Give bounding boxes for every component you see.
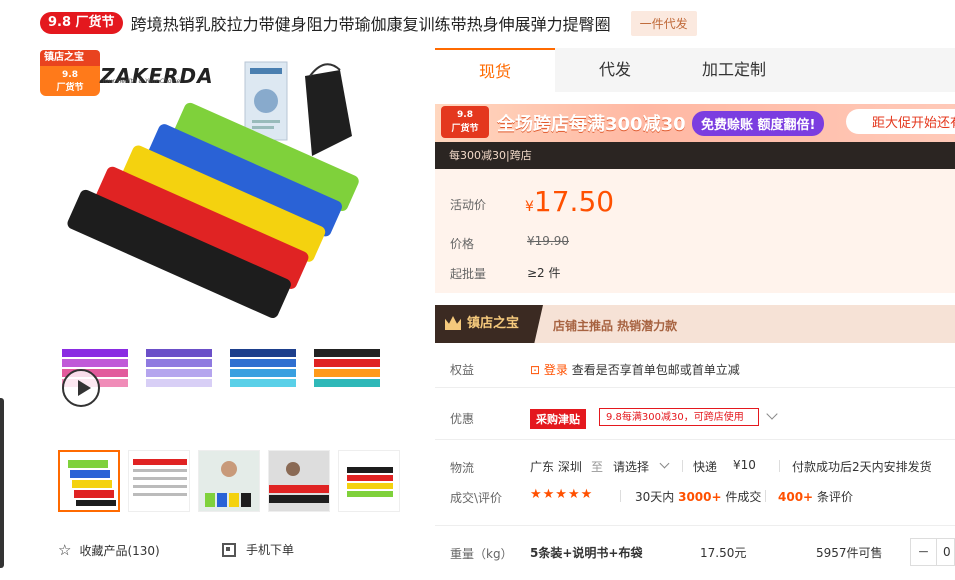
mobile-order-button[interactable]: 手机下单: [222, 541, 294, 558]
destination-select[interactable]: 请选择: [613, 458, 649, 475]
treasure-title: 镇店之宝: [435, 305, 543, 343]
treasure-desc: 店铺主推品 热销潜力款: [553, 319, 678, 333]
thumbnail-2[interactable]: [128, 450, 190, 512]
shipping-fee: ¥10: [733, 458, 756, 472]
chevron-down-icon[interactable]: [659, 458, 670, 469]
promo-main-text: 全场跨店每满300减30: [497, 114, 686, 135]
price-box: 活动价 ¥17.50 价格 ¥19.90 起批量 ≥2 件: [435, 169, 955, 293]
thumbnail-5[interactable]: [338, 450, 400, 512]
discount-label: 优惠: [450, 412, 475, 426]
quantity-decrement-button[interactable]: −: [911, 539, 937, 565]
promo-banner[interactable]: 9.8 厂货节 全场跨店每满300减30 免费赊账 额度翻倍! 距大促开始还有: [435, 104, 955, 142]
rating-stars: ★★★★★: [530, 487, 594, 502]
activity-price: ¥17.50: [525, 185, 614, 218]
thumbnail-1[interactable]: [58, 450, 120, 512]
review-suffix: 条评价: [816, 490, 853, 504]
price-label: 价格: [450, 237, 475, 251]
play-video-button[interactable]: [62, 369, 100, 407]
spec-name: 5条装+说明书+布袋: [530, 546, 643, 560]
benefits-text: 查看是否享首单包邮或首单立减: [571, 363, 740, 377]
promo-credit-pill: 免费赊账 额度翻倍!: [692, 111, 825, 136]
resistance-bands-illustration: [67, 61, 359, 318]
moq-value: ≥2 件: [527, 266, 561, 280]
tab-dropship[interactable]: 代发: [555, 48, 675, 92]
festival-badge: 9.8 厂货节: [40, 12, 123, 34]
divider: [435, 387, 955, 388]
chevron-down-icon[interactable]: [766, 408, 778, 420]
variant-lavender-set[interactable]: [144, 345, 214, 395]
shop-treasure-bar: 镇店之宝 店铺主推品 热销潜力款: [435, 305, 955, 343]
coupon-icon: ⊡: [530, 363, 541, 377]
main-product-image[interactable]: 镇店之宝 9.8 厂货节 ZAKERDA Your Health & Your …: [40, 46, 400, 336]
purchase-mode-tabs: 现货 代发 加工定制: [435, 48, 955, 92]
ship-origin: 广东 深圳: [530, 460, 582, 474]
purchase-subsidy-tag: 采购津贴: [530, 409, 586, 429]
qr-code-icon: [222, 542, 236, 557]
spec-label: 重量（kg）: [450, 547, 513, 561]
thumbnail-3[interactable]: [198, 450, 260, 512]
divider: [435, 439, 955, 440]
collect-label: 收藏产品(130): [79, 543, 160, 558]
login-link[interactable]: 登录: [544, 363, 568, 377]
ship-note: 付款成功后2天内安排发货: [792, 460, 932, 474]
review-number: 400+: [778, 490, 814, 504]
moq-label: 起批量: [450, 267, 487, 281]
star-outline-icon: ☆: [58, 541, 72, 559]
benefits-row: ⊡ 登录 查看是否享首单包邮或首单立减: [530, 361, 740, 378]
separator: [765, 490, 766, 502]
promo-sub-bar: 每300减30|跨店: [435, 142, 955, 169]
thumbnail-4[interactable]: [268, 450, 330, 512]
treasure-title-text: 镇店之宝: [467, 316, 520, 331]
separator: [620, 490, 621, 502]
tab-custom-processing[interactable]: 加工定制: [675, 48, 793, 92]
deals-label: 成交\评价: [450, 491, 503, 505]
product-title: 跨境热销乳胶拉力带健身阻力带瑜伽康复训练带热身伸展弹力提臀圈: [130, 15, 611, 34]
logistics-label: 物流: [450, 461, 475, 475]
benefits-label: 权益: [450, 363, 475, 377]
original-price: ¥19.90: [527, 234, 569, 248]
tab-in-stock[interactable]: 现货: [435, 48, 555, 92]
dropship-tag[interactable]: 一件代发: [630, 10, 697, 36]
sales-count: 30天内 3000+ 件成交: [635, 488, 761, 505]
collect-product-button[interactable]: ☆ 收藏产品(130): [58, 541, 160, 559]
sales-suffix: 件成交: [725, 490, 762, 504]
review-count[interactable]: 400+ 条评价: [778, 488, 853, 505]
separator: [779, 460, 780, 472]
variant-blue-set[interactable]: [228, 345, 298, 395]
promo-countdown-label: 距大促开始还有: [846, 109, 955, 134]
activity-price-value: 17.50: [533, 185, 615, 218]
sales-number: 3000+: [678, 490, 722, 504]
crown-icon: [445, 316, 461, 330]
activity-price-label: 活动价: [450, 198, 487, 212]
quantity-stepper: − 0: [910, 538, 955, 566]
variant-mixed-set[interactable]: [312, 345, 382, 395]
festival-logo: 9.8 厂货节: [441, 106, 489, 138]
separator: [682, 460, 683, 472]
spec-stock: 5957件可售: [816, 546, 883, 560]
variant-images: [60, 345, 390, 405]
spec-price: 17.50元: [700, 546, 747, 560]
divider: [435, 525, 955, 526]
mobile-order-label: 手机下单: [246, 543, 295, 557]
product-header: 9.8 厂货节 跨境热销乳胶拉力带健身阻力带瑜伽康复训练带热身伸展弹力提臀圈 一…: [40, 9, 697, 37]
express-label: 快递: [693, 460, 718, 474]
quantity-input[interactable]: 0: [937, 545, 951, 559]
coupon-detail[interactable]: 9.8每满300减30，可跨店使用: [599, 408, 759, 426]
left-edge-handle: [0, 398, 4, 568]
currency-symbol: ¥: [525, 199, 534, 215]
ship-to-label: 至: [591, 460, 604, 474]
sales-period: 30天内: [635, 490, 675, 504]
